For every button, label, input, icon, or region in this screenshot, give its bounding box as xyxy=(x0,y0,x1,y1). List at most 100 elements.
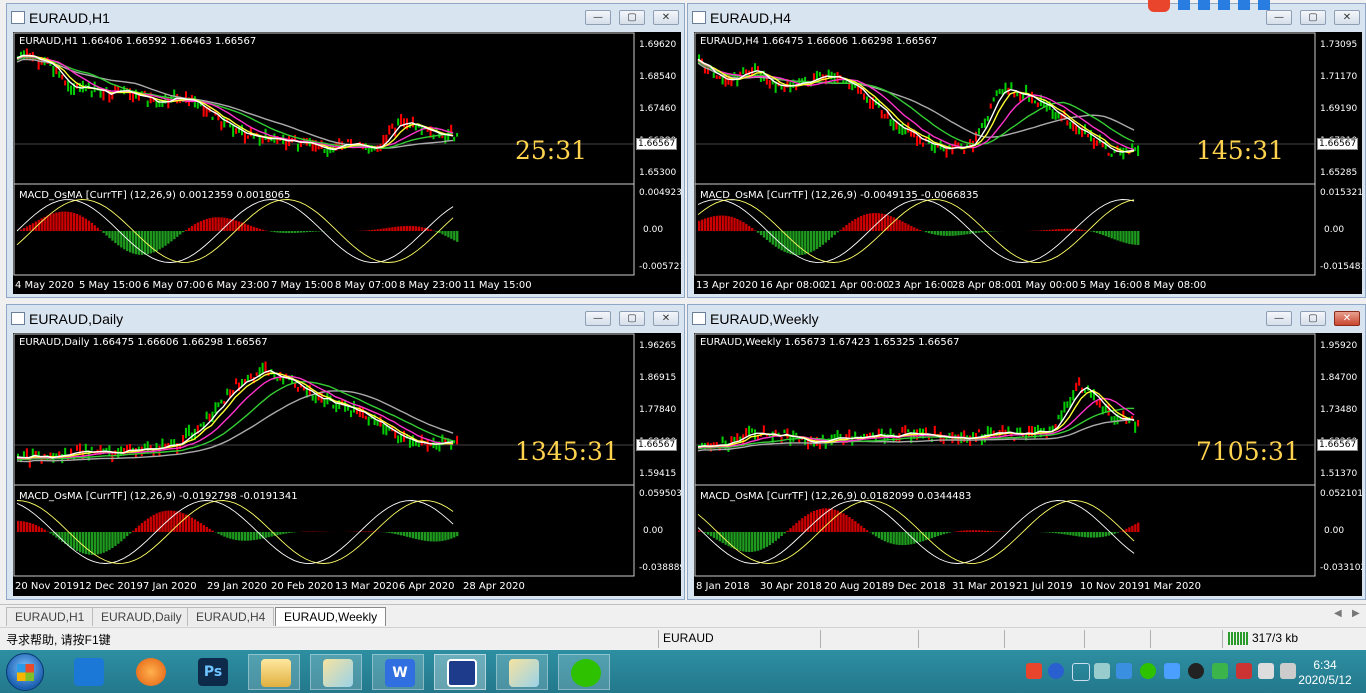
tab-euraud-h1[interactable]: EURAUD,H1 xyxy=(6,607,94,626)
close-button[interactable]: ✕ xyxy=(653,10,679,25)
macd-bar xyxy=(1089,532,1093,538)
taskbar-app-photoshop[interactable]: Ps xyxy=(186,654,238,690)
chart-window-icon xyxy=(11,11,25,24)
macd-indicator-label: MACD_OsMA [CurrTF] (12,26,9) 0.0182099 0… xyxy=(700,491,972,502)
candle xyxy=(989,427,992,435)
taskbar-app-wechat[interactable] xyxy=(558,654,610,690)
moving-average-line xyxy=(16,54,454,151)
taskbar-app-metatrader[interactable] xyxy=(310,654,362,690)
wechat-tray-icon[interactable] xyxy=(1140,663,1156,679)
chart-area[interactable]: EURAUD,H4 1.66475 1.66606 1.66298 1.6656… xyxy=(694,32,1362,294)
chart-window-h1[interactable]: EURAUD,H1 — ▢ ✕ EURAUD,H1 1.66406 1.6659… xyxy=(6,3,685,298)
window-titlebar[interactable]: EURAUD,H1 — ▢ ✕ xyxy=(7,4,684,32)
macd-bar xyxy=(52,213,55,231)
candle xyxy=(1030,426,1034,438)
candle xyxy=(249,373,252,379)
taskbar-clock[interactable]: 6:34 2020/5/12 xyxy=(1290,658,1360,688)
macd-bar xyxy=(267,532,270,538)
chart-area[interactable]: EURAUD,Weekly 1.65673 1.67423 1.65325 1.… xyxy=(694,333,1362,596)
macd-bar xyxy=(252,532,256,541)
chart-window-daily[interactable]: EURAUD,Daily — ▢ ✕ EURAUD,Daily 1.66475 … xyxy=(6,304,685,600)
macd-bar xyxy=(314,231,317,232)
security-tray-icon[interactable] xyxy=(1212,663,1228,679)
chart-area[interactable]: EURAUD,H1 1.66406 1.66592 1.66463 1.6656… xyxy=(13,32,681,294)
minimize-button[interactable]: — xyxy=(585,10,611,25)
candle xyxy=(1137,419,1140,427)
macd-bar xyxy=(807,231,810,254)
macd-bar xyxy=(364,230,368,231)
minimize-button[interactable]: — xyxy=(1266,311,1292,326)
tab-euraud-daily[interactable]: EURAUD,Daily xyxy=(92,607,191,626)
macd-bar xyxy=(1084,230,1087,231)
close-button[interactable]: ✕ xyxy=(653,311,679,326)
macd-bar xyxy=(901,532,904,546)
qq-tray-icon[interactable] xyxy=(1188,663,1204,679)
shield-tray-icon[interactable] xyxy=(1164,663,1180,679)
macd-bar xyxy=(117,532,120,544)
candle xyxy=(742,67,745,75)
sogou-input-icon[interactable] xyxy=(1026,663,1042,679)
macd-bar xyxy=(848,222,851,231)
macd-bar xyxy=(892,217,895,231)
macd-bar xyxy=(67,211,70,231)
time-axis-label: 7 May 15:00 xyxy=(271,280,334,291)
maximize-button[interactable]: ▢ xyxy=(619,311,645,326)
status-symbol: EURAUD xyxy=(663,631,714,645)
candle xyxy=(420,127,423,135)
close-button[interactable]: ✕ xyxy=(1334,311,1360,326)
macd-bar xyxy=(1116,231,1119,241)
window-titlebar[interactable]: EURAUD,Daily — ▢ ✕ xyxy=(7,305,684,333)
macd-bar xyxy=(161,231,164,248)
macd-bar xyxy=(61,211,64,231)
taskbar-app-explorer[interactable] xyxy=(248,654,300,690)
signal-tray-icon[interactable] xyxy=(1258,663,1274,679)
maximize-button[interactable]: ▢ xyxy=(1300,311,1326,326)
chart-area[interactable]: EURAUD,Daily 1.66475 1.66606 1.66298 1.6… xyxy=(13,333,681,596)
tab-euraud-h4[interactable]: EURAUD,H4 xyxy=(187,607,275,626)
macd-bar xyxy=(698,530,701,532)
tab-scroll-right-icon[interactable]: ▶ xyxy=(1352,608,1360,619)
macd-bar xyxy=(736,219,739,231)
window-titlebar[interactable]: EURAUD,Weekly — ▢ ✕ xyxy=(688,305,1365,333)
taskbar-app-browser[interactable] xyxy=(124,654,176,690)
maximize-button[interactable]: ▢ xyxy=(1300,10,1326,25)
taskbar-app-flag[interactable] xyxy=(434,654,486,690)
close-button[interactable]: ✕ xyxy=(1334,10,1360,25)
macd-bar xyxy=(1137,231,1140,245)
tab-euraud-weekly[interactable]: EURAUD,Weekly xyxy=(275,607,387,626)
taskbar-app-lanhu[interactable] xyxy=(62,654,114,690)
macd-bar xyxy=(860,215,863,231)
minimize-button[interactable]: — xyxy=(1266,10,1292,25)
candle xyxy=(184,427,188,439)
macd-bar xyxy=(724,215,727,231)
macd-bar xyxy=(270,231,273,232)
tab-scroll-left-icon[interactable]: ◀ xyxy=(1334,608,1342,619)
taskbar-app-metatrader-2[interactable] xyxy=(496,654,548,690)
candle xyxy=(400,113,403,126)
network-tray-icon[interactable] xyxy=(1094,663,1110,679)
ime-toolbar[interactable] xyxy=(1148,0,1278,12)
macd-bar xyxy=(264,532,267,538)
macd-bar xyxy=(238,532,241,541)
box-tray-icon[interactable] xyxy=(1116,663,1132,679)
chart-window-h4[interactable]: EURAUD,H4 — ▢ ✕ EURAUD,H4 1.66475 1.6660… xyxy=(687,3,1366,298)
macd-bar xyxy=(848,516,851,532)
help-tray-icon[interactable] xyxy=(1048,663,1064,679)
chart-window-weekly[interactable]: EURAUD,Weekly — ▢ ✕ EURAUD,Weekly 1.6567… xyxy=(687,304,1366,600)
macd-bar xyxy=(370,229,373,231)
update-tray-icon[interactable] xyxy=(1236,663,1252,679)
candle xyxy=(243,132,246,144)
macd-axis-label: 0.0521015 xyxy=(1320,489,1362,499)
macd-bar xyxy=(40,527,43,532)
maximize-button[interactable]: ▢ xyxy=(619,10,645,25)
macd-bar xyxy=(854,218,857,231)
candle xyxy=(715,75,718,79)
macd-bar xyxy=(927,231,931,234)
start-button[interactable] xyxy=(6,653,44,691)
minimize-button[interactable]: — xyxy=(585,311,611,326)
tray-arrow-icon[interactable] xyxy=(1072,663,1090,681)
taskbar-app-wps[interactable]: W xyxy=(372,654,424,690)
time-axis-label: 9 Dec 2018 xyxy=(888,581,946,592)
macd-bar xyxy=(161,511,164,532)
macd-bar xyxy=(28,224,32,231)
